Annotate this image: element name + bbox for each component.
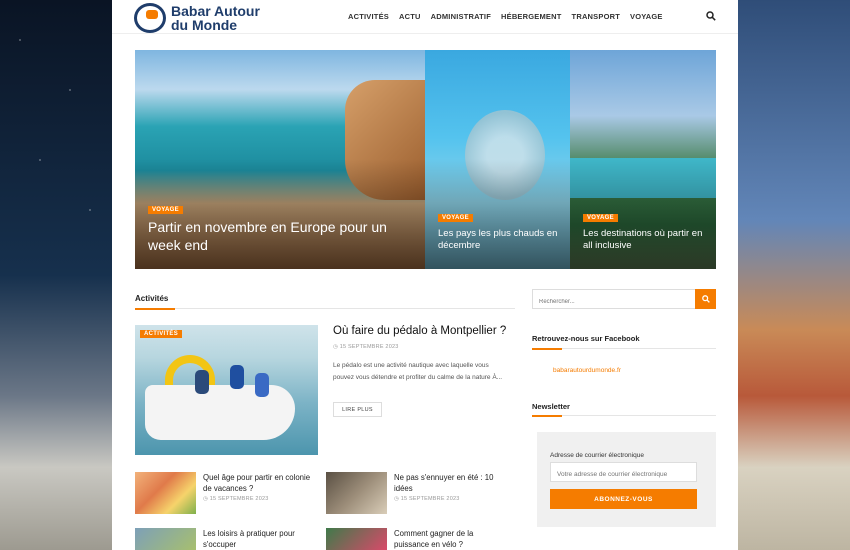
newsletter-label: Adresse de courrier électronique [550,452,644,459]
featured-title[interactable]: Où faire du pédalo à Montpellier ? [333,325,506,337]
logo-line-2: du Monde [171,17,238,33]
sidebar-search-field[interactable] [532,289,696,311]
background-left [0,0,112,550]
read-more-button[interactable]: LIRE PLUS [333,402,382,417]
main-nav: ACTIVITÉS ACTU ADMINISTRATIF HÉBERGEMENT… [348,12,663,21]
nav-item-hebergement[interactable]: HÉBERGEMENT [501,12,562,21]
logo-line-1: Babar Autour [171,3,260,19]
card-date-2: ◷ 15 SEPTEMBRE 2023 [394,496,460,502]
hero-title-3[interactable]: Les destinations où partir en all inclus… [583,228,708,252]
nav-item-voyage[interactable]: VOYAGE [630,12,663,21]
featured-excerpt: Le pédalo est une activité nautique avec… [333,362,503,381]
card-title-4[interactable]: Comment gagner de la puissance en vélo ? [394,528,510,550]
facebook-divider [532,348,716,350]
hero-tile-1[interactable]: VOYAGE Partir en novembre en Europe pour… [135,50,425,269]
subscribe-button[interactable]: ABONNEZ-VOUS [550,489,697,509]
featured-image[interactable]: ACTIVITÉS [135,325,318,455]
nav-item-administratif[interactable]: ADMINISTRATIF [431,12,491,21]
category-badge[interactable]: VOYAGE [583,214,618,222]
newsletter-title: Newsletter [532,402,570,411]
site-logo[interactable]: Babar Autour du Monde [134,3,260,33]
card-title-1[interactable]: Quel âge pour partir en colonie de vacan… [203,472,319,494]
section-divider [135,308,515,310]
featured-date: ◷ 15 SEPTEMBRE 2023 [333,344,399,350]
newsletter-email-field[interactable] [550,462,697,484]
hero-tile-3[interactable]: VOYAGE Les destinations où partir en all… [570,50,716,269]
facebook-link[interactable]: babarautourdumonde.fr [553,367,621,374]
card-image-4[interactable] [326,528,387,550]
sidebar-search-input[interactable] [533,293,695,311]
hero-title-2[interactable]: Les pays les plus chauds en décembre [438,228,563,252]
hero-tile-2[interactable]: VOYAGE Les pays les plus chauds en décem… [425,50,570,269]
nav-item-activites[interactable]: ACTIVITÉS [348,12,389,21]
facebook-title: Retrouvez-nous sur Facebook [532,334,640,343]
newsletter-divider [532,415,716,417]
card-title-2[interactable]: Ne pas s'ennuyer en été : 10 idées [394,472,510,494]
hero-title-1[interactable]: Partir en novembre en Europe pour un wee… [148,218,398,254]
card-title-3[interactable]: Les loisirs à pratiquer pour s'occuper [203,528,319,550]
background-right [738,0,850,550]
hero-grid: VOYAGE Partir en novembre en Europe pour… [135,50,716,269]
search-icon [701,295,710,303]
newsletter-form: Adresse de courrier électronique ABONNEZ… [537,432,716,527]
card-date-1: ◷ 15 SEPTEMBRE 2023 [203,496,269,502]
nav-item-transport[interactable]: TRANSPORT [572,12,620,21]
page-container: Babar Autour du Monde ACTIVITÉS ACTU ADM… [112,0,738,550]
category-badge[interactable]: ACTIVITÉS [140,330,183,338]
category-badge[interactable]: VOYAGE [148,206,183,214]
newsletter-email-input[interactable] [551,465,696,484]
category-badge[interactable]: VOYAGE [438,214,473,222]
card-image-1[interactable] [135,472,196,514]
search-icon[interactable] [706,11,716,21]
nav-item-actu[interactable]: ACTU [399,12,421,21]
card-image-3[interactable] [135,528,196,550]
site-header: Babar Autour du Monde ACTIVITÉS ACTU ADM… [112,0,738,34]
logo-icon [134,3,166,33]
section-title[interactable]: Activités [135,294,168,303]
logo-text: Babar Autour du Monde [171,4,260,32]
sidebar-search-button[interactable] [695,289,716,309]
card-image-2[interactable] [326,472,387,514]
